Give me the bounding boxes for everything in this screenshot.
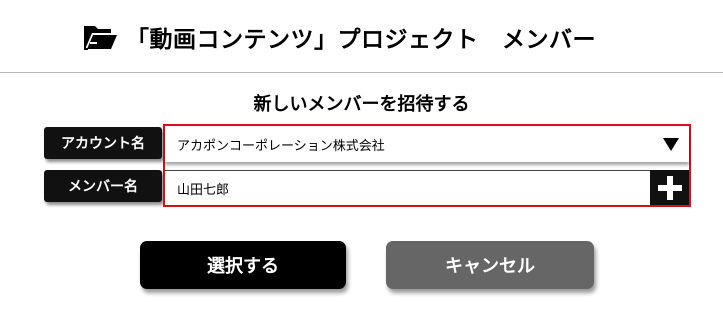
account-name-select[interactable]: アカポンコーポレーション株式会社 [165, 126, 689, 162]
cancel-button[interactable]: キャンセル [386, 241, 594, 289]
dropdown-arrow-icon[interactable] [663, 137, 679, 151]
invite-form-highlight: アカポンコーポレーション株式会社 [163, 124, 691, 207]
member-name-label: メンバー名 [44, 170, 162, 202]
folder-open-icon [84, 23, 118, 51]
header-title-group: 「動画コンテンツ」プロジェクト メンバー [84, 18, 596, 56]
member-input-row [165, 170, 689, 205]
account-name-label: アカウント名 [44, 127, 162, 159]
member-name-input[interactable] [165, 170, 650, 205]
add-member-button[interactable] [650, 170, 689, 205]
plus-icon [657, 175, 682, 200]
page-title: 「動画コンテンツ」プロジェクト メンバー [126, 27, 596, 53]
page-header: 「動画コンテンツ」プロジェクト メンバー [0, 0, 723, 72]
invite-section-title: 新しいメンバーを招待する [253, 94, 470, 115]
select-button[interactable]: 選択する [140, 241, 346, 289]
header-divider [0, 72, 723, 73]
account-name-value: アカポンコーポレーション株式会社 [177, 138, 385, 154]
